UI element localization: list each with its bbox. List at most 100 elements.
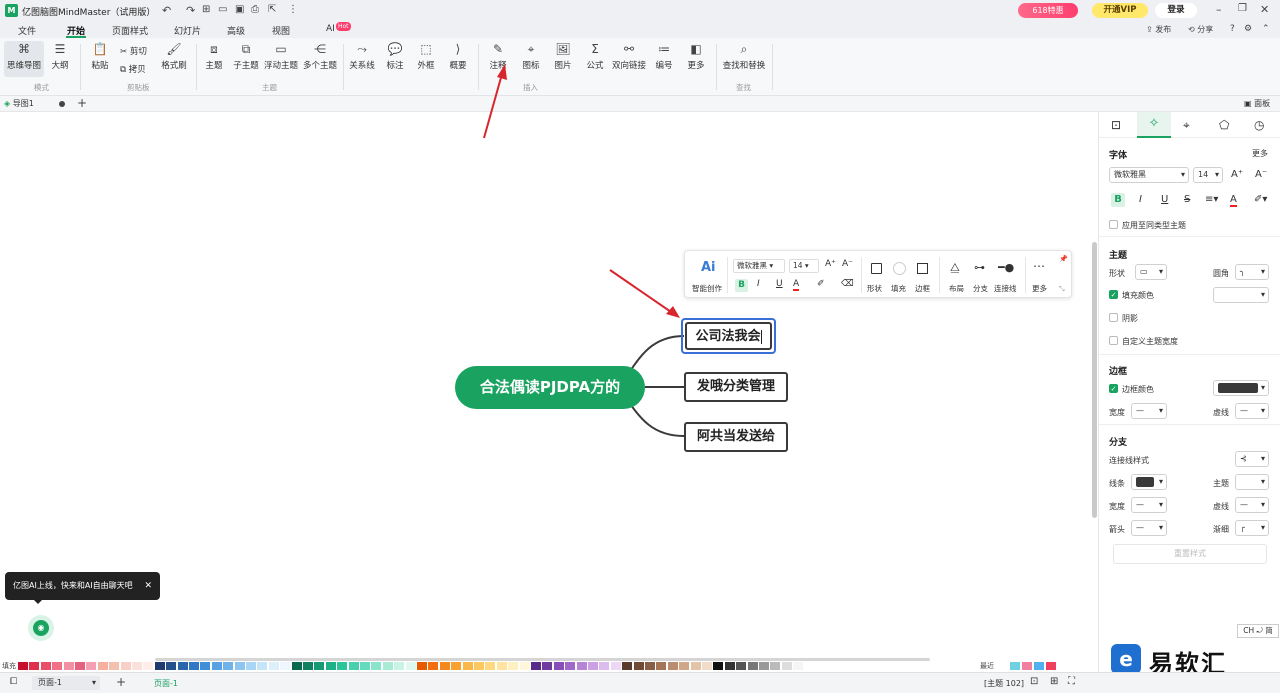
print-icon[interactable]: ⎙ <box>251 4 259 15</box>
color-swatch[interactable] <box>713 662 724 670</box>
color-swatch[interactable] <box>508 662 519 670</box>
color-swatch[interactable] <box>622 662 633 670</box>
subtopic-button[interactable]: ⧉ 子主题 <box>231 42 261 71</box>
add-page-icon[interactable]: + <box>116 675 126 689</box>
page-list-icon[interactable]: ⧠ <box>10 677 17 687</box>
new-tab-icon[interactable]: + <box>77 96 87 110</box>
ctx-border-label[interactable]: 边框 <box>915 283 930 294</box>
shadow-checkbox[interactable] <box>1109 313 1118 322</box>
apply-same-checkbox[interactable] <box>1109 220 1118 229</box>
branch-width-select[interactable]: — ▾ <box>1131 497 1167 513</box>
decrease-font-size-icon[interactable]: A⁻ <box>1255 169 1267 180</box>
bold-icon[interactable]: B <box>735 279 748 292</box>
panel-tab-style-active[interactable]: ✧ <box>1137 112 1171 138</box>
tab-view[interactable]: 视图 <box>272 24 290 37</box>
color-swatch[interactable] <box>211 662 222 670</box>
smart-create-label[interactable]: 智能创作 <box>692 283 722 294</box>
bidirectional-link-button[interactable]: ⚯ 双向链接 <box>612 42 646 71</box>
color-swatch[interactable] <box>553 662 564 670</box>
ctx-size-select[interactable]: 14 ▾ <box>789 259 819 273</box>
color-swatch[interactable] <box>656 662 667 670</box>
open-file-icon[interactable]: ▭ <box>218 4 227 15</box>
recent-color-swatch[interactable] <box>1022 662 1032 670</box>
ctx-layout-label[interactable]: 布局 <box>949 283 964 294</box>
shape-select[interactable]: ▭ ▾ <box>1135 264 1167 280</box>
copy-button[interactable]: ⧉ 拷贝 <box>120 63 146 75</box>
color-swatch[interactable] <box>428 662 439 670</box>
panel-align-icon[interactable]: ≡▾ <box>1205 194 1218 205</box>
color-swatch[interactable] <box>690 662 701 670</box>
border-icon[interactable] <box>917 263 928 274</box>
color-swatch[interactable] <box>576 662 587 670</box>
color-swatch[interactable] <box>97 662 108 670</box>
unsaved-dot-icon[interactable] <box>59 101 65 107</box>
find-replace-button[interactable]: ⌕ 查找和替换 <box>722 42 766 71</box>
underline-icon[interactable]: U <box>776 279 783 289</box>
increase-font-icon[interactable]: A⁺ <box>825 259 836 269</box>
color-swatch[interactable] <box>382 662 393 670</box>
color-swatch[interactable] <box>18 662 28 670</box>
panel-tab-marker-icon[interactable]: ⌖ <box>1183 118 1190 133</box>
color-swatch[interactable] <box>200 662 211 670</box>
color-swatch[interactable] <box>86 662 97 670</box>
recent-color-swatch[interactable] <box>1046 662 1056 670</box>
help-icon[interactable]: ? <box>1230 24 1235 34</box>
color-swatch[interactable] <box>496 662 507 670</box>
color-swatch[interactable] <box>234 662 245 670</box>
undo-icon[interactable]: ↶ <box>162 4 171 17</box>
color-swatch[interactable] <box>337 662 348 670</box>
color-swatch[interactable] <box>439 662 450 670</box>
color-swatch[interactable] <box>759 662 769 670</box>
panel-highlight-icon[interactable]: ✐▾ <box>1254 194 1267 205</box>
color-swatch[interactable] <box>177 662 188 670</box>
doc-tab[interactable]: ◈ 导图1 <box>4 98 34 109</box>
color-swatch[interactable] <box>588 662 598 670</box>
new-file-icon[interactable]: ⊞ <box>202 4 210 15</box>
publish-button[interactable]: ⇪ 发布 <box>1146 24 1171 35</box>
tab-file[interactable]: 文件 <box>18 24 36 37</box>
ai-icon[interactable]: Ai <box>701 260 716 275</box>
ctx-branch-label[interactable]: 分支 <box>973 283 988 294</box>
color-swatch[interactable] <box>417 662 427 670</box>
border-dash-select[interactable]: — ▾ <box>1235 403 1269 419</box>
panel-bold-icon[interactable]: B <box>1111 193 1125 207</box>
fill-color-select[interactable]: ▾ <box>1213 287 1269 303</box>
format-painter-button[interactable]: 🖌 格式刷 <box>160 42 188 71</box>
central-topic[interactable]: 合法偶读PJDPA方的 <box>455 366 645 409</box>
ctx-fill-label[interactable]: 填充 <box>891 283 906 294</box>
custom-width-checkbox[interactable] <box>1109 336 1118 345</box>
ai-assistant-button[interactable]: ◉ <box>28 615 54 641</box>
promo-badge[interactable]: 618特惠 <box>1018 3 1078 18</box>
fill-icon[interactable] <box>893 262 906 275</box>
topic-button[interactable]: ⧈ 主题 <box>202 42 226 71</box>
page-tab[interactable]: 页面-1 <box>154 678 178 689</box>
color-swatch[interactable] <box>679 662 690 670</box>
redo-icon[interactable]: ↷ <box>186 4 195 17</box>
italic-icon[interactable]: I <box>757 279 760 289</box>
color-swatch[interactable] <box>633 662 644 670</box>
color-swatch[interactable] <box>702 662 712 670</box>
color-swatch[interactable] <box>667 662 678 670</box>
color-swatch[interactable] <box>325 662 336 670</box>
font-size-select[interactable]: 14 ▾ <box>1193 167 1223 183</box>
subtopic-1[interactable]: 公司法我会 <box>685 322 772 350</box>
minimize-icon[interactable]: – <box>1216 3 1222 16</box>
line-color-select[interactable]: ▾ <box>1131 474 1167 490</box>
fit-page-icon[interactable]: ⊡ <box>1030 676 1038 687</box>
summary-button[interactable]: ⟩ 概要 <box>446 42 470 71</box>
color-swatch[interactable] <box>360 662 370 670</box>
tab-advanced[interactable]: 高级 <box>227 24 245 37</box>
color-swatch[interactable] <box>474 662 484 670</box>
color-swatch[interactable] <box>542 662 553 670</box>
panel-tab-page-icon[interactable]: ⊡ <box>1111 118 1121 132</box>
color-swatch[interactable] <box>793 662 804 670</box>
color-swatch[interactable] <box>405 662 416 670</box>
formula-button[interactable]: Σ 公式 <box>583 42 607 71</box>
callout-button[interactable]: 💬 标注 <box>383 42 407 71</box>
color-swatch[interactable] <box>280 662 291 670</box>
color-swatch[interactable] <box>747 662 758 670</box>
color-swatch[interactable] <box>348 662 359 670</box>
palette-scroll[interactable] <box>155 658 930 661</box>
connector-icon[interactable]: ━● <box>998 261 1014 274</box>
boundary-button[interactable]: ⬚ 外框 <box>414 42 438 71</box>
